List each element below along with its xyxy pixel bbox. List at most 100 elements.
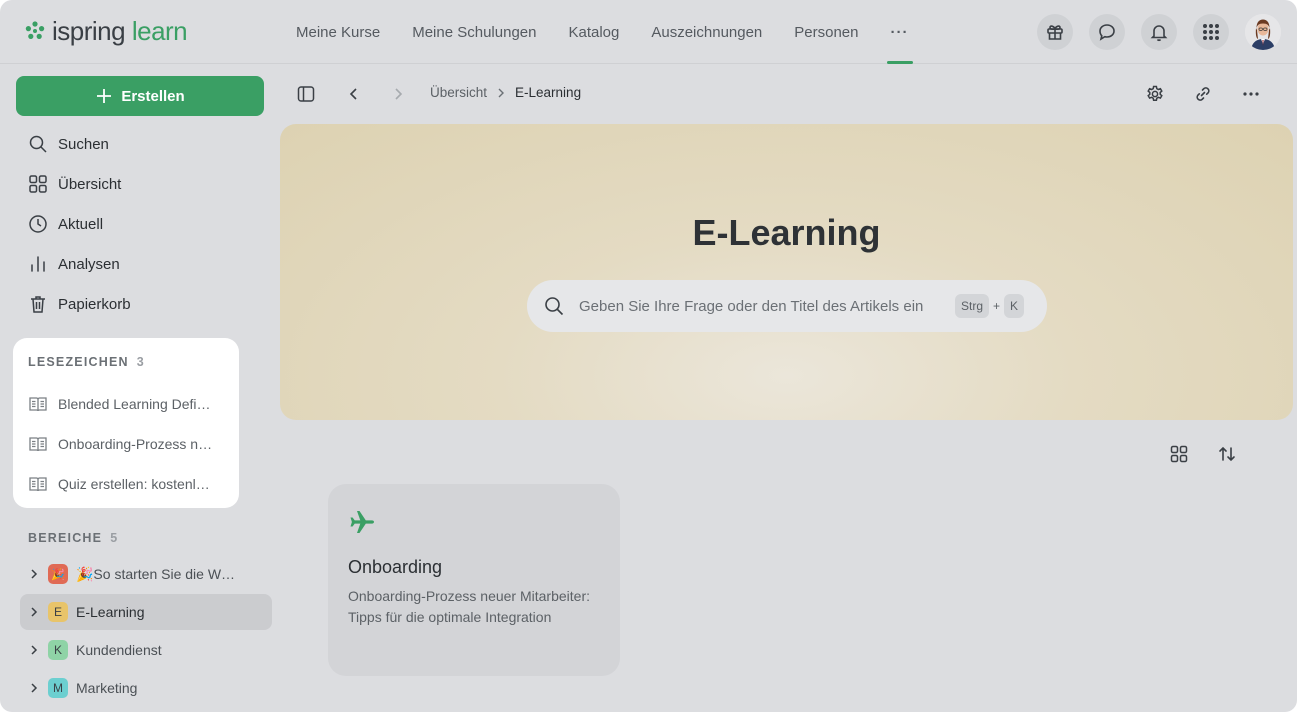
- area-label: Kundendienst: [76, 642, 162, 658]
- page-title: E-Learning: [692, 212, 881, 253]
- bookmark-label: Onboarding-Prozess neuer Mitarbeiter: [58, 436, 214, 452]
- sidebar-item-label: Analysen: [58, 255, 120, 273]
- breadcrumb-separator-icon: [498, 88, 505, 97]
- sidebar-item-suchen[interactable]: Suchen: [16, 124, 264, 164]
- breadcrumb-uebersicht[interactable]: Übersicht: [430, 85, 487, 100]
- bell-icon: [1150, 25, 1168, 42]
- sidebar-item-uebersicht[interactable]: Übersicht: [16, 164, 264, 204]
- apps-grid-icon: [1203, 24, 1219, 40]
- gift-button[interactable]: [1037, 14, 1073, 50]
- bookmark-label: Quiz erstellen: kostenlose Tools: [58, 476, 214, 492]
- card-description: Onboarding-Prozess neuer Mitarbeiter: Ti…: [348, 588, 591, 625]
- areas-list: 🎉 🎉So starten Sie die Wissensdatenbank E…: [20, 556, 272, 708]
- sidebar-item-label: Aktuell: [58, 215, 104, 233]
- apps-button[interactable]: [1193, 14, 1229, 50]
- search-icon: [29, 135, 47, 153]
- article-card-onboarding[interactable]: Onboarding Onboarding-Prozess neuer Mita…: [328, 484, 620, 676]
- nav-more-button[interactable]: ···: [875, 0, 925, 64]
- toggle-sidebar-button[interactable]: [294, 82, 318, 106]
- more-horizontal-icon: [1243, 92, 1259, 96]
- bookmark-item[interactable]: Quiz erstellen: kostenlose Tools: [28, 464, 224, 504]
- chat-icon: [1099, 24, 1115, 41]
- nav-meine-kurse[interactable]: Meine Kurse: [280, 0, 396, 64]
- create-button[interactable]: Erstellen: [16, 76, 264, 116]
- sidebar-toggle-icon: [297, 86, 315, 102]
- card-title: Onboarding: [348, 557, 443, 577]
- sidebar-item-aktuell[interactable]: Aktuell: [16, 204, 264, 244]
- grid-view-icon: [1170, 445, 1188, 463]
- area-item-e-learning[interactable]: E E-Learning: [20, 594, 272, 630]
- area-item-kundendienst[interactable]: K Kundendienst: [20, 632, 272, 668]
- sidebar-item-label: Suchen: [58, 135, 109, 153]
- nav-katalog[interactable]: Katalog: [552, 0, 635, 64]
- top-actions: [1037, 14, 1281, 50]
- search-input[interactable]: [579, 297, 949, 315]
- breadcrumb-current: E-Learning: [515, 85, 582, 100]
- ispring-logo[interactable]: ispring learn: [24, 16, 188, 46]
- back-button[interactable]: [342, 82, 366, 106]
- clock-icon: [29, 215, 47, 233]
- hero-banner: E-Learning Strg + K: [280, 124, 1293, 420]
- gift-icon: [1047, 25, 1063, 40]
- grid-view-button[interactable]: [1167, 442, 1191, 466]
- nav-auszeichnungen[interactable]: Auszeichnungen: [635, 0, 778, 64]
- airplane-icon: [350, 511, 374, 533]
- settings-button[interactable]: [1143, 82, 1167, 106]
- bookmark-item[interactable]: Blended Learning Definition: [28, 384, 224, 424]
- shortcut-key-k: K: [1004, 294, 1025, 318]
- logo-text: ispring learn: [52, 16, 188, 46]
- sidebar-item-label: Übersicht: [58, 175, 122, 193]
- bookmark-item[interactable]: Onboarding-Prozess neuer Mitarbeiter: [28, 424, 224, 464]
- chevron-right-icon[interactable]: [28, 606, 40, 618]
- shortcut-key-strg: Strg: [955, 294, 990, 318]
- sidebar-item-papierkorb[interactable]: Papierkorb: [16, 284, 264, 324]
- sidebar-item-label: Papierkorb: [58, 295, 131, 313]
- area-item-getting-started[interactable]: 🎉 🎉So starten Sie die Wissensdatenbank: [20, 556, 272, 592]
- sidebar-item-analysen[interactable]: Analysen: [16, 244, 264, 284]
- logo-icon: [25, 21, 45, 39]
- chevron-right-icon[interactable]: [28, 682, 40, 694]
- book-icon: [29, 477, 47, 492]
- shortcut-hint: Strg + K: [955, 294, 1025, 318]
- search-box[interactable]: Strg + K: [527, 280, 1047, 332]
- sort-icon: [1219, 446, 1235, 462]
- area-item-marketing[interactable]: M Marketing: [20, 670, 272, 706]
- breadcrumb: Übersicht E-Learning: [430, 85, 581, 100]
- chevron-right-icon[interactable]: [28, 568, 40, 580]
- user-avatar[interactable]: [1245, 14, 1281, 50]
- bookmarks-title: LESEZEICHEN: [28, 355, 129, 369]
- sort-button[interactable]: [1215, 442, 1239, 466]
- chevron-right-icon[interactable]: [28, 644, 40, 656]
- top-bar: ispring learn Meine Kurse Meine Schulung…: [0, 0, 1297, 64]
- bookmarks-panel: LESEZEICHEN 3 Blended Learning Definitio…: [13, 338, 239, 508]
- more-options-button[interactable]: [1239, 82, 1263, 106]
- app-window: ispring learn Meine Kurse Meine Schulung…: [0, 0, 1297, 712]
- plus-icon: [97, 89, 112, 103]
- nav-personen[interactable]: Personen: [778, 0, 874, 64]
- gear-icon: [1147, 85, 1163, 102]
- forward-button[interactable]: [386, 82, 410, 106]
- areas-heading: BEREICHE 5: [28, 530, 118, 546]
- area-label: Marketing: [76, 680, 138, 696]
- book-icon: [29, 437, 47, 452]
- grid-icon: [29, 175, 47, 193]
- area-badge: 🎉: [48, 564, 68, 584]
- notifications-button[interactable]: [1141, 14, 1177, 50]
- bookmarks-list: Blended Learning Definition Onboarding-P…: [28, 384, 224, 504]
- chart-icon: [31, 256, 45, 272]
- content-toolbar: Übersicht E-Learning: [280, 64, 1297, 124]
- areas-title: BEREICHE: [28, 531, 103, 545]
- bookmarks-heading: LESEZEICHEN 3: [28, 354, 224, 370]
- top-navigation: Meine Kurse Meine Schulungen Katalog Aus…: [280, 0, 925, 64]
- area-label: E-Learning: [76, 604, 145, 620]
- bookmarks-count: 3: [136, 355, 145, 369]
- areas-count: 5: [110, 531, 119, 545]
- link-icon: [1196, 87, 1210, 101]
- area-label: 🎉So starten Sie die Wissensdatenbank: [76, 565, 236, 582]
- bookmark-label: Blended Learning Definition: [58, 396, 214, 412]
- nav-meine-schulungen[interactable]: Meine Schulungen: [396, 0, 552, 64]
- chevron-right-icon: [395, 88, 403, 100]
- chat-button[interactable]: [1089, 14, 1125, 50]
- book-icon: [29, 397, 47, 412]
- copy-link-button[interactable]: [1191, 82, 1215, 106]
